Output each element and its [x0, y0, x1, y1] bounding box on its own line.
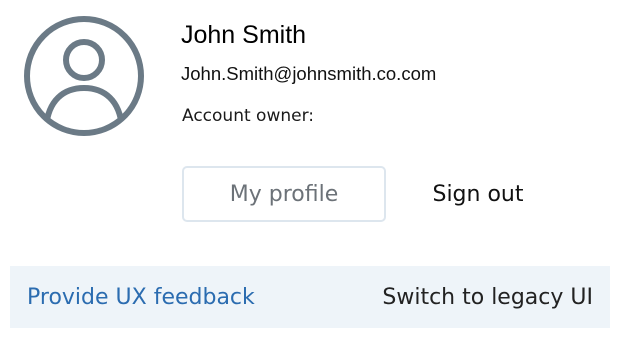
footer-bar: Provide UX feedback Switch to legacy UI — [10, 266, 610, 328]
account-owner-label: Account owner: — [182, 106, 314, 126]
account-menu-panel: John Smith John.Smith@johnsmith.co.com A… — [0, 0, 624, 346]
switch-to-legacy-ui-link[interactable]: Switch to legacy UI — [382, 266, 593, 328]
feedback-label: Provide UX feedback — [27, 284, 255, 310]
user-name: John Smith — [181, 21, 307, 49]
provide-ux-feedback-link[interactable]: Provide UX feedback — [27, 266, 255, 328]
my-profile-label: My profile — [229, 181, 339, 207]
account-owner-row: Account owner: — [182, 106, 314, 126]
user-email: John.Smith@johnsmith.co.com — [181, 63, 437, 84]
user-avatar-icon — [22, 14, 146, 138]
sign-out-label: Sign out — [432, 181, 524, 207]
sign-out-button[interactable]: Sign out — [418, 166, 538, 222]
my-profile-button[interactable]: My profile — [182, 166, 386, 222]
avatar-graphic — [24, 16, 144, 136]
legacy-label: Switch to legacy UI — [382, 284, 593, 310]
